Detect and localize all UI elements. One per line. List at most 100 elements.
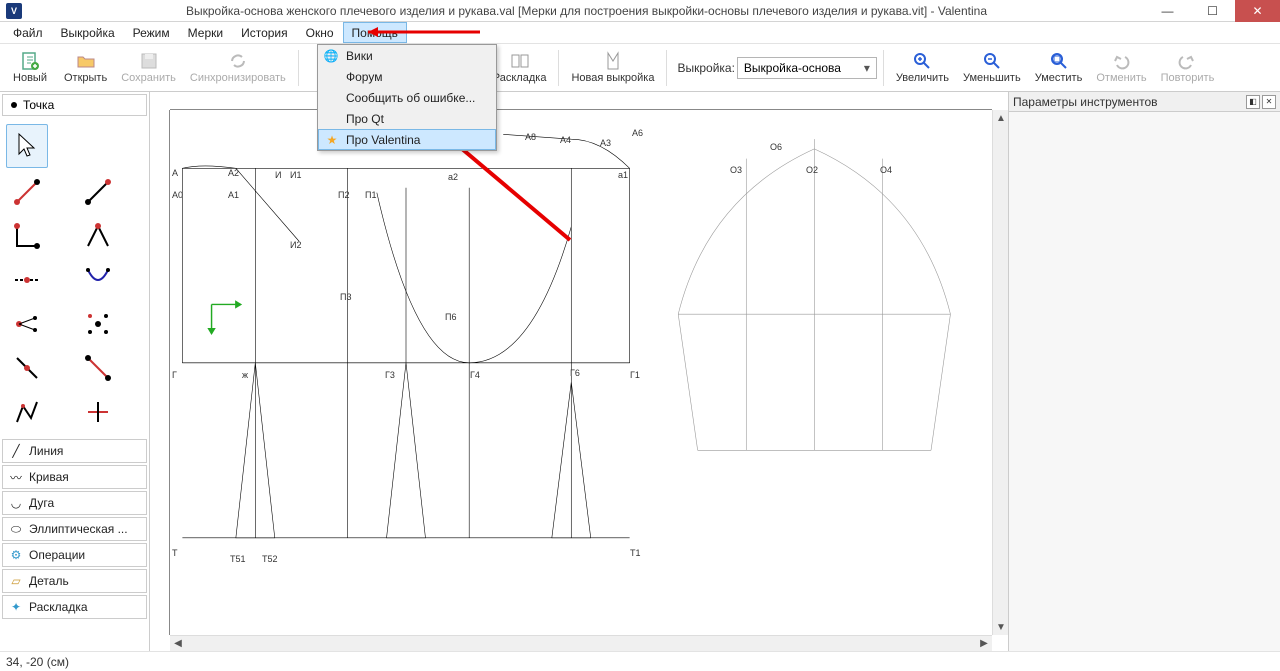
maximize-button[interactable]: ☐ — [1190, 0, 1235, 22]
section-line[interactable]: ╱Линия — [2, 439, 147, 463]
menu-mode[interactable]: Режим — [124, 22, 179, 43]
tool-point-5[interactable] — [6, 260, 48, 300]
panel-close-button[interactable]: ✕ — [1262, 95, 1276, 109]
tool-point-1[interactable] — [6, 172, 48, 212]
star-icon: ★ — [325, 133, 339, 147]
scrollbar-horizontal[interactable]: ◀ ▶ — [170, 635, 992, 651]
help-forum[interactable]: Форум — [318, 66, 496, 87]
help-about-qt[interactable]: Про Qt — [318, 108, 496, 129]
scroll-left-icon[interactable]: ◀ — [170, 636, 186, 652]
tool-point-9[interactable] — [6, 348, 48, 388]
help-about-valentina[interactable]: ★ Про Valentina — [318, 129, 496, 150]
pt-a2: а2 — [448, 172, 458, 182]
tool-point-12[interactable] — [77, 392, 119, 432]
tool-cursor[interactable] — [6, 124, 48, 168]
toolbar-new-pattern[interactable]: Новая выкройка — [565, 46, 660, 90]
toolbar-new-label: Новый — [13, 72, 47, 84]
undo-icon — [1111, 51, 1131, 71]
pt-A4: А4 — [560, 135, 571, 145]
menu-window[interactable]: Окно — [297, 22, 343, 43]
zoom-out-icon — [982, 51, 1002, 71]
ruler-horizontal — [170, 92, 992, 110]
statusbar: 34, -20 (см) — [0, 651, 1280, 671]
menu-measurements[interactable]: Мерки — [179, 22, 232, 43]
section-detail[interactable]: ▱Деталь — [2, 569, 147, 593]
app-icon: V — [6, 3, 22, 19]
tool-point-2[interactable] — [77, 172, 119, 212]
ruler-vertical — [150, 110, 170, 635]
help-about-qt-label: Про Qt — [346, 112, 384, 126]
pattern-combo-value: Выкройка-основа — [744, 61, 841, 75]
pt-P1: П1 — [365, 190, 376, 200]
tool-point-10[interactable] — [77, 348, 119, 388]
window-buttons: — ☐ ✕ — [1145, 0, 1280, 21]
toolbar-new-pattern-label: Новая выкройка — [571, 72, 654, 84]
toolbar-zoom-in[interactable]: Увеличить — [890, 46, 955, 90]
pt-G4: Г4 — [470, 370, 480, 380]
pt-I2: И2 — [290, 240, 301, 250]
toolbar-save: Сохранить — [115, 46, 182, 90]
minimize-button[interactable]: — — [1145, 0, 1190, 22]
panel-undock-button[interactable]: ◧ — [1246, 95, 1260, 109]
pt-A6: А6 — [632, 128, 643, 138]
pt-G1: Г1 — [630, 370, 640, 380]
help-wiki[interactable]: 🌐 Вики — [318, 45, 496, 66]
tool-point-6[interactable] — [77, 260, 119, 300]
toolbar-new[interactable]: Новый — [4, 46, 56, 90]
properties-title: Параметры инструментов — [1013, 95, 1158, 109]
toolbar-zoom-out-label: Уменьшить — [963, 72, 1021, 84]
toolbar-fit[interactable]: Уместить — [1029, 46, 1089, 90]
pt-T: Т — [172, 548, 178, 558]
canvas-area: А А2 И И1 А8 А4 А3 А6 А0 А1 П2 П1 а2 а1 … — [150, 92, 1008, 651]
elliptic-icon: ⬭ — [9, 522, 23, 536]
section-arc[interactable]: ◡Дуга — [2, 491, 147, 515]
globe-icon: 🌐 — [324, 49, 338, 63]
tool-point-11[interactable] — [6, 392, 48, 432]
section-operations[interactable]: ⚙Операции — [2, 543, 147, 567]
section-elliptic[interactable]: ⬭Эллиптическая ... — [2, 517, 147, 541]
menu-pattern[interactable]: Выкройка — [52, 22, 124, 43]
section-layout-label: Раскладка — [29, 600, 88, 614]
tool-point-7[interactable] — [6, 304, 48, 344]
scroll-down-icon[interactable]: ▼ — [993, 619, 1009, 635]
section-point-label: Точка — [23, 98, 54, 112]
menu-help[interactable]: Помощь — [343, 22, 407, 43]
pattern-combo[interactable]: Выкройка-основа — [737, 57, 877, 79]
toolbar-zoom-in-label: Увеличить — [896, 72, 949, 84]
toolbar-layout-label: Раскладка — [493, 72, 547, 84]
help-report-bug[interactable]: Сообщить об ошибке... — [318, 87, 496, 108]
scroll-up-icon[interactable]: ▲ — [993, 110, 1009, 126]
pt-I1: И1 — [290, 170, 301, 180]
tool-point-3[interactable] — [6, 216, 48, 256]
scroll-right-icon[interactable]: ▶ — [976, 636, 992, 652]
pt-T1: Т1 — [630, 548, 641, 558]
drawing-canvas[interactable]: А А2 И И1 А8 А4 А3 А6 А0 А1 П2 П1 а2 а1 … — [170, 110, 992, 635]
menu-file[interactable]: Файл — [4, 22, 52, 43]
section-layout[interactable]: ✦Раскладка — [2, 595, 147, 619]
tool-point-8[interactable] — [77, 304, 119, 344]
help-report-bug-label: Сообщить об ошибке... — [346, 91, 475, 105]
layout-icon — [510, 51, 530, 71]
section-curve[interactable]: 〰Кривая — [2, 465, 147, 489]
toolbar-open[interactable]: Открыть — [58, 46, 113, 90]
save-icon — [139, 51, 159, 71]
pt-G6: Г6 — [570, 368, 580, 378]
pt-P3: П3 — [340, 292, 351, 302]
arc-icon: ◡ — [9, 496, 23, 510]
pt-A8: А8 — [525, 132, 536, 142]
section-detail-label: Деталь — [29, 574, 69, 588]
toolbar-zoom-out[interactable]: Уменьшить — [957, 46, 1027, 90]
point-tools — [0, 118, 149, 438]
close-button[interactable]: ✕ — [1235, 0, 1280, 22]
toolbar: Новый Открыть Сохранить Синхронизировать… — [0, 44, 1280, 92]
scrollbar-vertical[interactable]: ▲ ▼ — [992, 110, 1008, 635]
tool-point-4[interactable] — [77, 216, 119, 256]
properties-panel: Параметры инструментов ◧ ✕ — [1008, 92, 1280, 651]
section-point[interactable]: Точка — [2, 94, 147, 116]
toolbar-sep-1 — [298, 50, 299, 86]
pt-T51: Т51 — [230, 554, 246, 564]
workspace: Точка ╱Линия 〰Кривая ◡Дуга ⬭Эллиптическа… — [0, 92, 1280, 651]
pt-A2: А2 — [228, 168, 239, 178]
menu-history[interactable]: История — [232, 22, 297, 43]
toolbar-sep-2 — [558, 50, 559, 86]
